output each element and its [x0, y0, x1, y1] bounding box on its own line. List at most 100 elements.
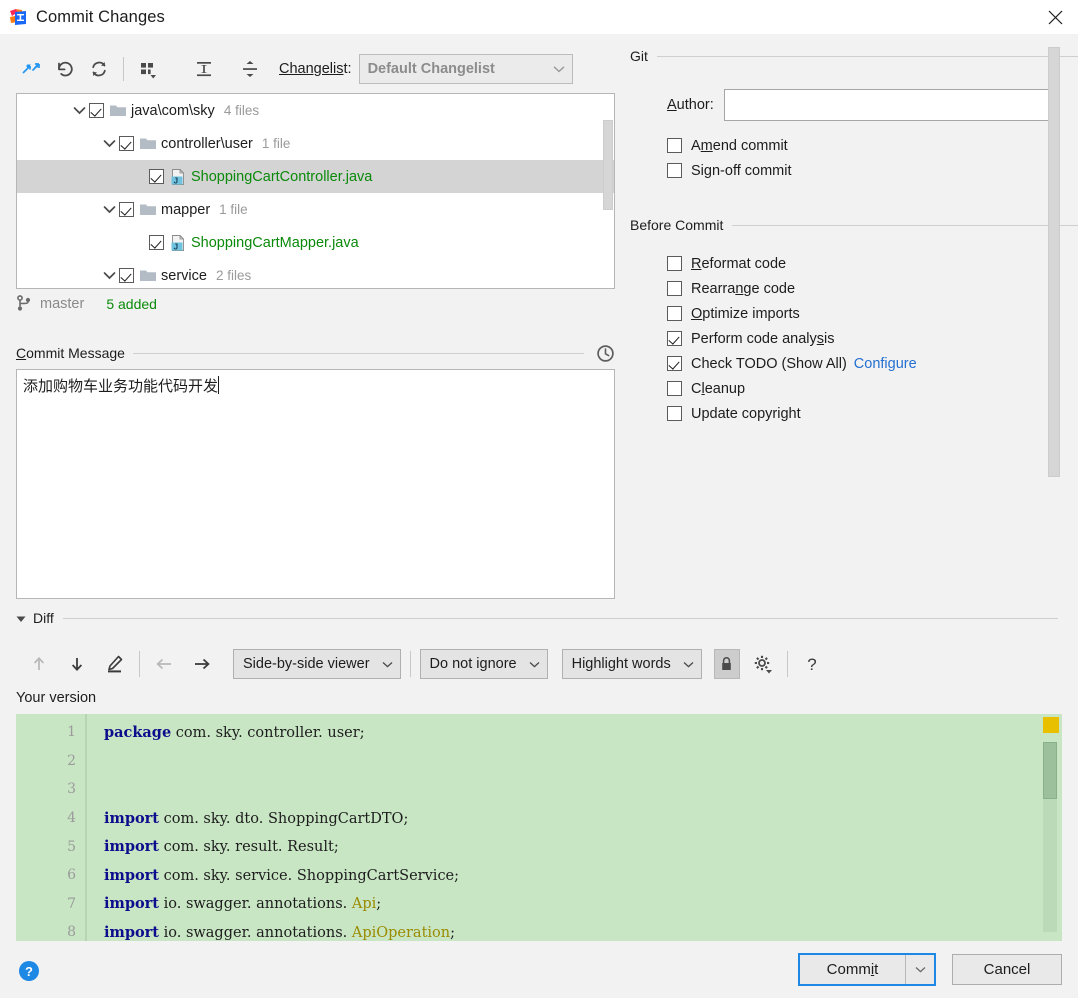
chevron-down-icon — [523, 661, 547, 668]
gear-icon[interactable] — [744, 647, 782, 681]
reformat-code-checkbox[interactable] — [667, 256, 682, 271]
option-update-copyright[interactable]: Update copyright — [630, 401, 1078, 426]
whitespace-mode-dropdown[interactable]: Do not ignore — [419, 649, 548, 679]
code-line: 2 — [16, 747, 1062, 776]
tree-row-checkbox[interactable] — [119, 268, 134, 283]
tree-row-checkbox[interactable] — [119, 202, 134, 217]
update-copyright-checkbox[interactable] — [667, 406, 682, 421]
chevron-down-icon[interactable] — [99, 271, 119, 280]
optimize-imports-checkbox[interactable] — [667, 306, 682, 321]
option-cleanup[interactable]: Cleanup — [630, 376, 1078, 401]
tree-row-checkbox[interactable] — [149, 235, 164, 250]
tree-scrollbar-thumb[interactable] — [603, 120, 613, 210]
tree-row-checkbox[interactable] — [149, 169, 164, 184]
code-line-text: import io. swagger. annotations. Api; — [104, 895, 382, 913]
check-todo-label: Check TODO (Show All) — [691, 355, 847, 372]
tree-row[interactable]: controller\user 1 file — [17, 127, 614, 160]
line-number: 4 — [67, 810, 76, 827]
tree-row-checkbox[interactable] — [89, 103, 104, 118]
viewer-mode-dropdown[interactable]: Side-by-side viewer — [233, 649, 401, 679]
commit-message-input[interactable]: 添加购物车业务功能代码开发 — [16, 369, 615, 599]
perform-code-analysis-label: Perform code analysis — [691, 330, 835, 347]
commit-button[interactable]: Commit — [800, 955, 905, 984]
chevron-down-icon[interactable] — [99, 139, 119, 148]
tree-row[interactable]: java\com\sky 4 files — [17, 94, 614, 127]
amend-commit-checkbox[interactable] — [667, 138, 682, 153]
tree-row-label: ShoppingCartController.java — [191, 168, 373, 185]
chevron-down-icon[interactable] — [69, 106, 89, 115]
next-difference-icon[interactable] — [58, 647, 96, 681]
diff-section-title: Diff — [33, 610, 54, 626]
show-diff-icon[interactable] — [14, 52, 48, 86]
previous-difference-icon[interactable] — [20, 647, 58, 681]
option-rearrange-code[interactable]: Rearrange code — [630, 276, 1078, 301]
option-perform-code-analysis[interactable]: Perform code analysis — [630, 326, 1078, 351]
changes-toolbar: Changelist: Default Changelist — [14, 46, 573, 92]
added-count: 5 added — [106, 296, 157, 312]
expand-all-icon[interactable] — [187, 52, 221, 86]
option-sign-off-commit[interactable]: Sign-off commit — [630, 158, 1078, 183]
highlight-mode-dropdown[interactable]: Highlight words — [561, 649, 702, 679]
git-branch-icon — [16, 294, 32, 315]
rollback-icon[interactable] — [48, 52, 82, 86]
options-scrollbar-thumb[interactable] — [1048, 47, 1060, 477]
edit-source-icon[interactable] — [96, 647, 134, 681]
tree-row[interactable]: J ShoppingCartController.java — [17, 160, 614, 193]
tree-row-count: 1 file — [219, 202, 248, 217]
cleanup-checkbox[interactable] — [667, 381, 682, 396]
lock-icon[interactable] — [713, 649, 740, 679]
rearrange-code-label: Rearrange code — [691, 280, 796, 297]
author-field[interactable] — [723, 89, 1049, 121]
folder-icon — [140, 269, 156, 282]
branch-name: master — [40, 296, 85, 312]
help-circle-icon[interactable]: ? — [18, 960, 40, 982]
folder-icon — [110, 104, 126, 117]
changelist-dropdown[interactable]: Default Changelist — [358, 54, 573, 84]
code-scrollbar-thumb[interactable] — [1043, 742, 1057, 799]
changed-files-tree[interactable]: java\com\sky 4 files controller\user 1 file… — [16, 93, 615, 289]
diff-code-pane[interactable]: 1 package com. sky. controller. user; 2 3 4 i… — [16, 714, 1062, 941]
option-check-todo[interactable]: Check TODO (Show All) Configure — [630, 351, 1078, 376]
clock-icon[interactable] — [594, 342, 616, 364]
chevron-down-icon — [677, 661, 701, 668]
sign-off-commit-checkbox[interactable] — [667, 163, 682, 178]
changelist-value: Default Changelist — [367, 61, 495, 77]
chevron-down-icon[interactable] — [99, 205, 119, 214]
tree-row-label: mapper — [161, 201, 211, 218]
tree-row[interactable]: service 2 files — [17, 259, 614, 288]
cancel-button[interactable]: Cancel — [952, 954, 1062, 985]
rearrange-code-checkbox[interactable] — [667, 281, 682, 296]
close-icon[interactable] — [1032, 0, 1078, 34]
perform-code-analysis-checkbox[interactable] — [667, 331, 682, 346]
whitespace-mode-value: Do not ignore — [429, 656, 517, 672]
intellij-idea-icon — [9, 8, 27, 26]
option-amend-commit[interactable]: Amend commit — [630, 133, 1078, 158]
tree-row-count: 4 files — [223, 103, 260, 118]
code-line-text: import com. sky. dto. ShoppingCartDTO; — [104, 809, 409, 827]
section-rule — [732, 224, 1078, 226]
accept-right-icon[interactable] — [183, 647, 221, 681]
configure-link[interactable]: Configure — [854, 356, 917, 372]
svg-text:J: J — [174, 176, 178, 185]
option-reformat-code[interactable]: Reformat code — [630, 251, 1078, 276]
before-commit-section-header: Before Commit — [630, 217, 1078, 233]
triangle-down-icon[interactable] — [16, 611, 26, 626]
code-line-text: import com. sky. result. Result; — [104, 838, 339, 856]
refresh-icon[interactable] — [82, 52, 116, 86]
title-bar: Commit Changes — [0, 0, 1078, 34]
collapse-all-icon[interactable] — [233, 52, 267, 86]
diff-section-header[interactable]: Diff — [16, 610, 1058, 626]
tree-row[interactable]: mapper 1 file — [17, 193, 614, 226]
commit-dropdown-button[interactable] — [905, 955, 934, 984]
question-mark-icon[interactable]: ? — [793, 647, 831, 681]
check-todo-checkbox[interactable] — [667, 356, 682, 371]
diff-marker[interactable] — [1043, 717, 1059, 733]
group-by-icon[interactable] — [131, 52, 165, 86]
code-line-text: package com. sky. controller. user; — [104, 723, 365, 741]
tree-row[interactable]: J ShoppingCartMapper.java — [17, 226, 614, 259]
accept-left-icon[interactable] — [145, 647, 183, 681]
tree-row-checkbox[interactable] — [119, 136, 134, 151]
commit-button-group[interactable]: Commit — [798, 953, 936, 986]
option-optimize-imports[interactable]: Optimize imports — [630, 301, 1078, 326]
code-line-text: import com. sky. service. ShoppingCartSe… — [104, 866, 460, 884]
